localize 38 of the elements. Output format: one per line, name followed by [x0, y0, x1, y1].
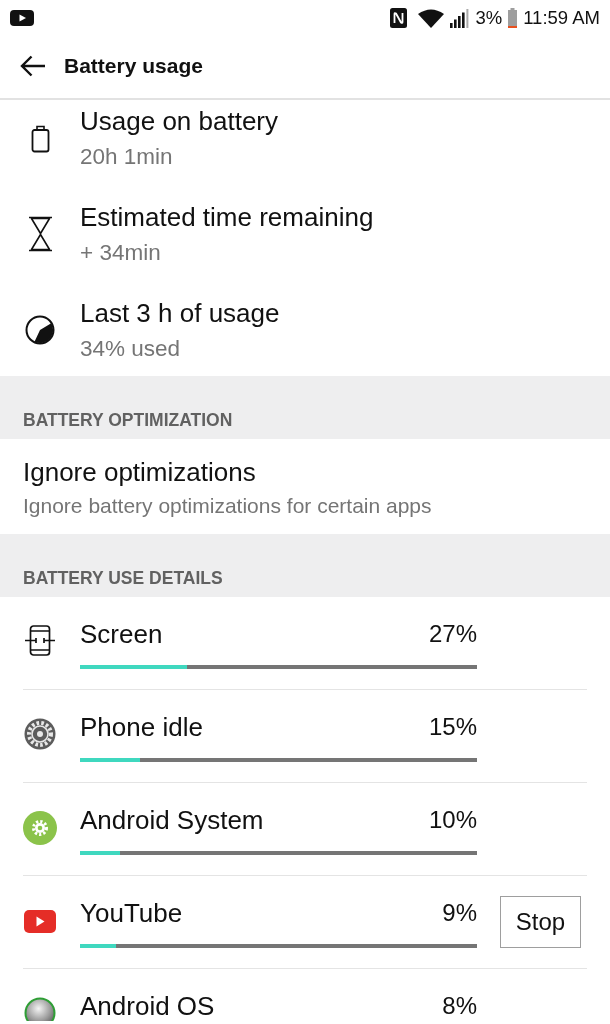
usage-percent: 10% — [428, 806, 477, 834]
app-name: Phone idle — [80, 712, 203, 742]
pie-chart-icon — [25, 315, 55, 345]
section-header: BATTERY USE DETAILS — [23, 568, 223, 588]
gear-icon — [23, 811, 57, 845]
back-arrow-icon — [20, 55, 46, 77]
nfc-icon — [390, 8, 408, 28]
usage-percent: 27% — [428, 620, 477, 648]
setting-title: Last 3 h of usage — [80, 298, 280, 328]
signal-icon — [450, 8, 470, 28]
wifi-icon — [418, 8, 445, 28]
app-name: YouTube — [80, 898, 183, 928]
app-name: Screen — [80, 619, 163, 649]
app-name: Android OS — [80, 991, 215, 1021]
back-button[interactable] — [20, 55, 46, 77]
stop-button[interactable]: Stop — [500, 896, 581, 948]
gear-icon — [24, 718, 56, 750]
section-header: BATTERY OPTIMIZATION — [23, 410, 233, 430]
video-play-icon — [10, 10, 34, 26]
phone-screen-icon — [25, 625, 55, 656]
setting-title: Usage on battery — [80, 106, 278, 136]
hourglass-icon — [27, 216, 53, 252]
clock-time: 11:59 AM — [523, 7, 600, 29]
usage-percent: 9% — [442, 899, 477, 927]
usage-percent: 15% — [428, 713, 477, 741]
app-name: Android System — [80, 805, 264, 835]
battery-icon — [508, 8, 518, 28]
setting-value: + 34min — [80, 240, 161, 266]
setting-value: 34% used — [80, 336, 181, 362]
usage-percent: 8% — [442, 992, 477, 1020]
setting-title: Estimated time remaining — [80, 202, 374, 232]
setting-description: Ignore battery optimizations for certain apps — [23, 493, 432, 519]
battery-icon — [30, 123, 50, 153]
video-play-icon — [24, 910, 56, 933]
screen-title: Battery usage — [64, 53, 203, 79]
setting-title: Ignore optimizations — [23, 457, 256, 487]
setting-value: 20h 1min — [80, 144, 173, 170]
battery-percent: 3% — [475, 7, 503, 29]
